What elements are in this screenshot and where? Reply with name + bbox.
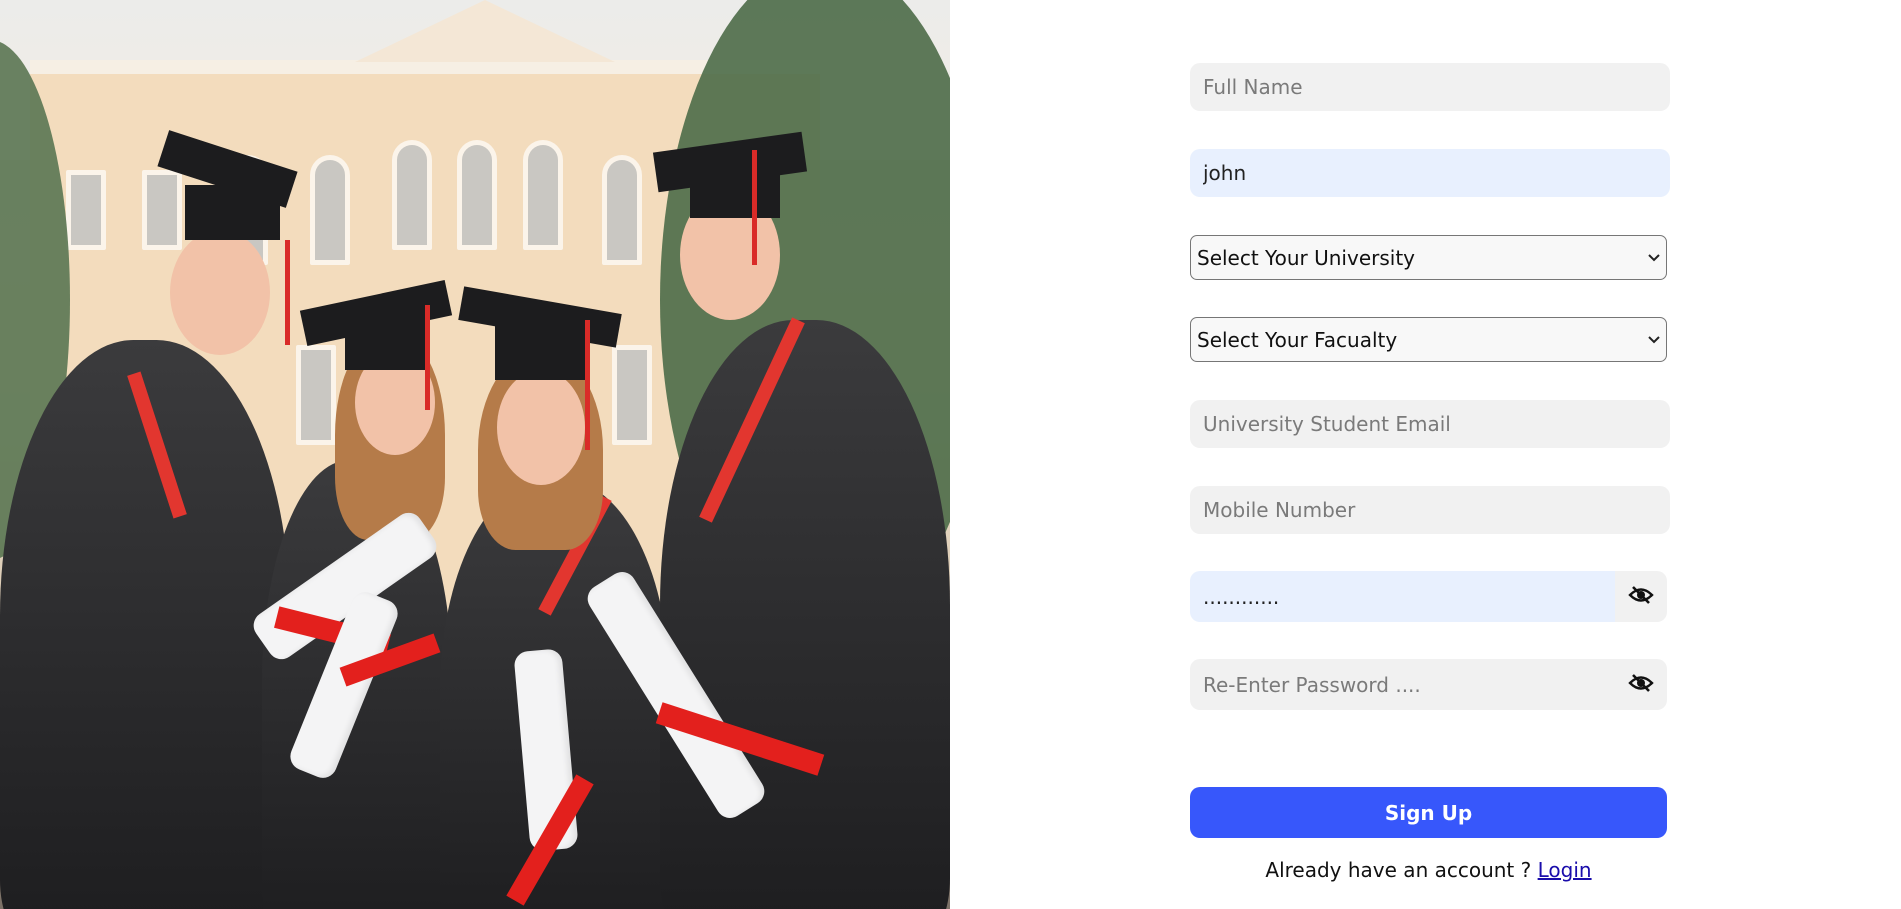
- reenter-password-toggle-button[interactable]: [1615, 659, 1667, 710]
- mobile-number-input[interactable]: [1190, 486, 1670, 534]
- signup-button[interactable]: Sign Up: [1190, 787, 1667, 838]
- password-toggle-button[interactable]: [1615, 571, 1667, 622]
- login-link[interactable]: Login: [1538, 858, 1592, 882]
- university-select[interactable]: Select Your University: [1190, 235, 1667, 280]
- graduates-photo: [0, 0, 950, 909]
- reenter-password-input[interactable]: [1190, 659, 1615, 710]
- username-input[interactable]: [1190, 149, 1670, 197]
- eye-slash-icon: [1628, 585, 1654, 609]
- faculty-select[interactable]: Select Your Facualty: [1190, 317, 1667, 362]
- university-select-value: Select Your University: [1197, 245, 1415, 270]
- password-field: [1190, 571, 1667, 622]
- eye-slash-icon: [1628, 673, 1654, 697]
- reenter-password-field: [1190, 659, 1667, 710]
- chevron-down-icon: [1648, 250, 1660, 266]
- password-input[interactable]: [1190, 571, 1615, 622]
- chevron-down-icon: [1648, 332, 1660, 348]
- faculty-select-value: Select Your Facualty: [1197, 327, 1398, 352]
- login-prompt: Already have an account ? Login: [1190, 858, 1667, 882]
- university-email-input[interactable]: [1190, 400, 1670, 448]
- login-prompt-text: Already have an account ?: [1265, 858, 1538, 882]
- full-name-input[interactable]: [1190, 63, 1670, 111]
